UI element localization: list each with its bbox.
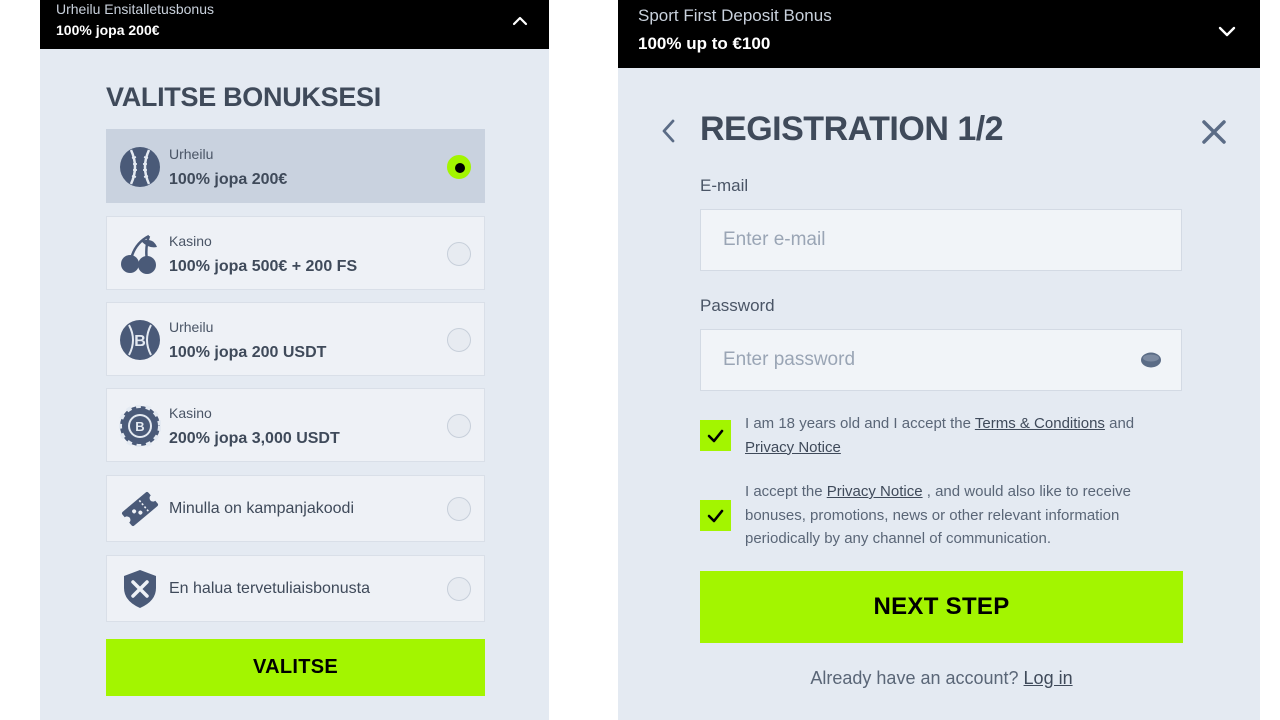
password-field[interactable] <box>700 329 1182 391</box>
chevron-down-icon[interactable] <box>1216 20 1238 42</box>
terms-checkbox[interactable] <box>700 420 731 451</box>
bonus-value: 100% jopa 500€ + 200 FS <box>169 258 358 275</box>
bonus-heading: VALITSE BONUKSESI <box>106 82 381 112</box>
terms-consent-text: I am 18 years old and I accept the Terms… <box>745 412 1175 459</box>
chevron-up-icon[interactable] <box>511 12 529 30</box>
close-icon[interactable] <box>1198 116 1230 148</box>
password-label: Password <box>700 296 775 315</box>
bonus-option-casino-500eur[interactable]: Kasino 100% jopa 500€ + 200 FS <box>106 216 485 290</box>
login-prompt: Already have an account? Log in <box>700 668 1183 689</box>
terms-link[interactable]: Terms & Conditions <box>975 415 1105 432</box>
email-label: E-mail <box>700 176 749 195</box>
bonus-header-subtitle: 100% jopa 200€ <box>56 22 160 38</box>
shield-x-icon <box>124 570 156 608</box>
radio-unselected[interactable] <box>447 497 471 521</box>
bonus-option-label: Minulla on kampanjakoodi <box>169 500 354 517</box>
bonus-value: 100% jopa 200€ <box>169 171 288 188</box>
registration-panel: Sport First Deposit Bonus 100% up to €10… <box>618 0 1260 720</box>
bitcoin-ball-icon: B <box>120 320 160 360</box>
cherries-icon <box>121 234 157 274</box>
checkmark-icon <box>707 509 724 523</box>
radio-unselected[interactable] <box>447 328 471 352</box>
consent-text: I accept the <box>745 483 827 500</box>
choose-bonus-button[interactable]: VALITSE <box>106 639 485 696</box>
bonus-header-bar[interactable]: Sport First Deposit Bonus 100% up to €10… <box>618 0 1260 68</box>
bonus-option-casino-3000usdt[interactable]: B Kasino 200% jopa 3,000 USDT <box>106 388 485 462</box>
radio-selected[interactable] <box>447 155 471 179</box>
bonus-selection-panel: Urheilu Ensitalletusbonus 100% jopa 200€… <box>40 0 549 720</box>
bitcoin-chip-icon: B <box>119 405 161 447</box>
bonus-option-no-bonus[interactable]: En halua tervetuliaisbonusta <box>106 555 485 622</box>
baseball-icon <box>120 147 160 187</box>
bonus-value: 200% jopa 3,000 USDT <box>169 430 340 447</box>
bonus-header-bar[interactable]: Urheilu Ensitalletusbonus 100% jopa 200€ <box>40 0 549 49</box>
page-title: REGISTRATION 1/2 <box>700 110 1004 148</box>
bonus-option-label: En halua tervetuliaisbonusta <box>169 580 371 597</box>
bonus-category: Urheilu <box>169 146 214 162</box>
marketing-consent-text: I accept the Privacy Notice , and would … <box>745 480 1175 551</box>
bonus-option-promo-code[interactable]: Minulla on kampanjakoodi <box>106 475 485 542</box>
radio-unselected[interactable] <box>447 414 471 438</box>
consent-text: I am 18 years old and I accept the <box>745 415 975 432</box>
svg-text:B: B <box>134 333 146 350</box>
bonus-value: 100% jopa 200 USDT <box>169 344 327 361</box>
radio-unselected[interactable] <box>447 577 471 601</box>
svg-text:B: B <box>135 419 144 434</box>
bonus-category: Urheilu <box>169 319 214 335</box>
bonus-category: Kasino <box>169 405 212 421</box>
bonus-category: Kasino <box>169 233 212 249</box>
email-field[interactable] <box>700 209 1182 271</box>
login-link[interactable]: Log in <box>1024 668 1073 688</box>
bonus-header-title: Urheilu Ensitalletusbonus <box>56 1 214 17</box>
privacy-link[interactable]: Privacy Notice <box>745 439 841 456</box>
checkmark-icon <box>707 429 724 443</box>
eye-icon[interactable] <box>1140 349 1162 371</box>
bonus-header-title: Sport First Deposit Bonus <box>638 6 832 25</box>
marketing-checkbox[interactable] <box>700 500 731 531</box>
back-arrow-icon[interactable] <box>658 116 680 146</box>
consent-text: and <box>1104 415 1135 432</box>
login-prompt-text: Already have an account? <box>810 668 1024 688</box>
bonus-option-sport-200usdt[interactable]: B Urheilu 100% jopa 200 USDT <box>106 302 485 376</box>
bonus-header-subtitle: 100% up to €100 <box>638 34 771 53</box>
radio-unselected[interactable] <box>447 242 471 266</box>
next-step-button[interactable]: NEXT STEP <box>700 571 1183 643</box>
ticket-icon <box>122 491 158 527</box>
bonus-option-sport-200eur[interactable]: Urheilu 100% jopa 200€ <box>106 129 485 203</box>
privacy-link[interactable]: Privacy Notice <box>827 483 923 500</box>
